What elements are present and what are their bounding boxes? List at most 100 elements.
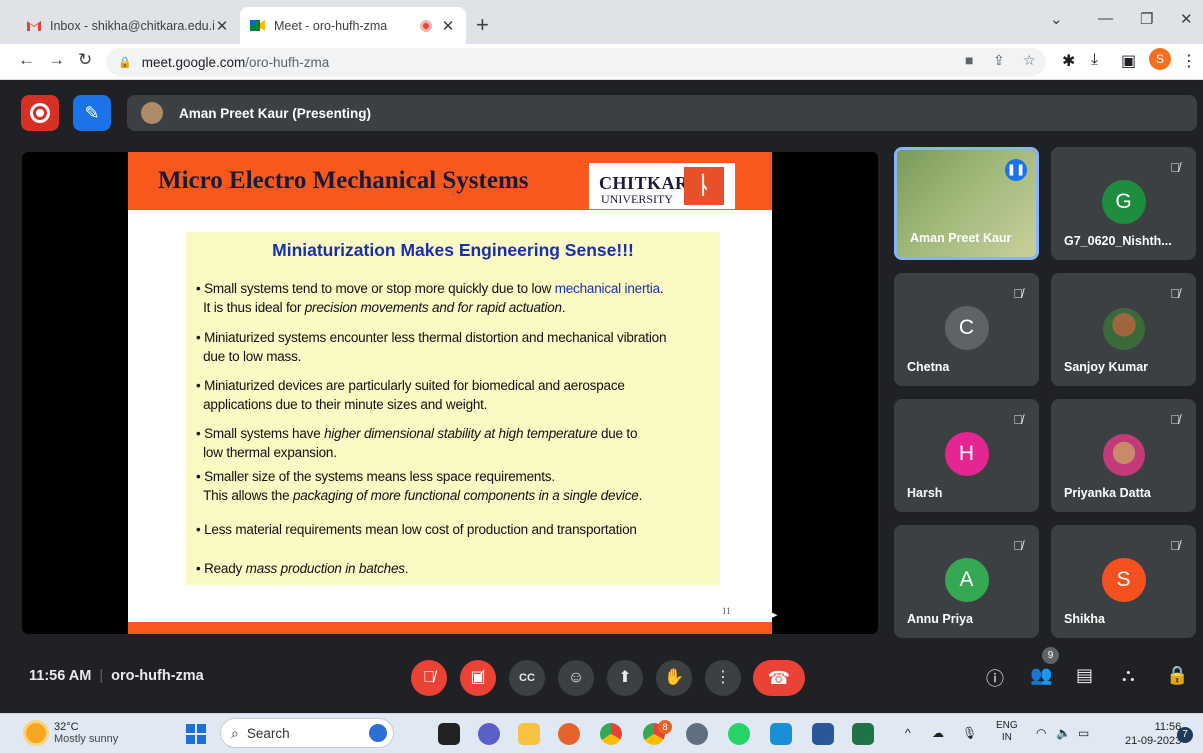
mouse-cursor-icon: ➤ bbox=[768, 608, 779, 622]
recording-indicator-icon bbox=[420, 19, 432, 32]
participant-name: G7_0620_Nishth... bbox=[1064, 234, 1172, 248]
present-button[interactable]: ⬆ bbox=[607, 660, 643, 696]
info-icon[interactable]: ⓘ bbox=[986, 665, 1004, 691]
mic-off-icon: 🎙̸ bbox=[1170, 538, 1180, 553]
participant-name: Shikha bbox=[1064, 612, 1105, 626]
mic-off-icon: 🎙̸ bbox=[1013, 412, 1023, 427]
slide-heading: Miniaturization Makes Engineering Sense!… bbox=[272, 240, 634, 260]
university-logo: CHITKARA UNIVERSITY ᚿ bbox=[589, 163, 735, 209]
participant-tile-g7[interactable]: 🎙̸ G G7_0620_Nishth... bbox=[1051, 147, 1196, 260]
participant-tile-shikha[interactable]: 🎙̸ S Shikha bbox=[1051, 525, 1196, 638]
slide-page-number: 11 bbox=[722, 606, 731, 616]
captions-button[interactable]: CC bbox=[509, 660, 545, 696]
mic-off-icon: 🎙̸ bbox=[1170, 412, 1180, 427]
reactions-button[interactable]: ☺ bbox=[558, 660, 594, 696]
start-button[interactable] bbox=[186, 724, 206, 744]
participant-tile-priyanka[interactable]: 🎙̸ Priyanka Datta bbox=[1051, 399, 1196, 512]
download-icon[interactable]: ⤓ bbox=[1091, 51, 1098, 69]
participant-tile-harsh[interactable]: 🎙̸ H Harsh bbox=[894, 399, 1039, 512]
system-clock[interactable]: 11:56 21-09-2023 bbox=[1125, 720, 1181, 748]
recording-button[interactable] bbox=[21, 95, 59, 131]
address-bar-row: ← → ↻ 🔒 meet.google.com/oro-hufh-zma ■ ⇪… bbox=[0, 44, 1203, 80]
share-icon[interactable]: ⇪ bbox=[993, 52, 1005, 69]
logo-mark-icon: ᚿ bbox=[684, 167, 724, 205]
camera-off-icon: ▣̸ bbox=[470, 669, 486, 686]
participant-avatar: S bbox=[1101, 558, 1146, 602]
participant-name: Sanjoy Kumar bbox=[1064, 360, 1149, 374]
profile-avatar[interactable]: S bbox=[1149, 48, 1171, 70]
star-icon[interactable]: ☆ bbox=[1023, 52, 1036, 69]
minimize-button[interactable]: — bbox=[1098, 10, 1113, 27]
host-controls-icon[interactable]: 🔒 bbox=[1166, 665, 1188, 686]
restore-button[interactable]: ❐ bbox=[1140, 10, 1153, 28]
camera-icon[interactable]: ■ bbox=[965, 52, 973, 68]
close-window-button[interactable]: ✕ bbox=[1180, 10, 1193, 28]
menu-icon[interactable]: ⋮ bbox=[1181, 51, 1197, 71]
meeting-time: 11:56 AM bbox=[29, 668, 92, 684]
weather-description: Mostly sunny bbox=[54, 733, 119, 745]
photos-icon[interactable] bbox=[770, 723, 792, 745]
notes-button[interactable]: ✎ bbox=[73, 95, 111, 131]
meet-icon bbox=[250, 20, 265, 31]
gmail-icon bbox=[27, 21, 41, 31]
forward-icon[interactable]: → bbox=[48, 50, 65, 70]
whatsapp-icon[interactable] bbox=[728, 723, 750, 745]
new-tab-button[interactable]: + bbox=[476, 12, 489, 38]
more-options-button[interactable]: ⋮ bbox=[705, 660, 741, 696]
reload-icon[interactable]: ↻ bbox=[78, 50, 92, 70]
back-icon[interactable]: ← bbox=[18, 50, 35, 70]
activities-icon[interactable]: ⛬ bbox=[1122, 665, 1135, 686]
chevron-down-icon[interactable]: ⌄ bbox=[1050, 10, 1063, 28]
extensions-icon[interactable]: ✱ bbox=[1062, 51, 1075, 71]
close-icon[interactable]: ✕ bbox=[214, 17, 230, 35]
participant-tile-chetna[interactable]: 🎙̸ C Chetna bbox=[894, 273, 1039, 386]
bullet-3: • Miniaturized devices are particularly … bbox=[196, 378, 625, 412]
excel-icon[interactable] bbox=[852, 723, 874, 745]
slide-footer bbox=[128, 622, 772, 634]
taskbar-search[interactable]: ⌕ Search bbox=[220, 718, 394, 748]
side-panel-icon[interactable]: ▣ bbox=[1121, 51, 1136, 71]
raise-hand-button[interactable]: ✋ bbox=[656, 660, 692, 696]
battery-icon[interactable]: ▭ bbox=[1078, 726, 1089, 740]
speaking-icon: ❚❚ bbox=[1005, 159, 1027, 181]
meeting-info: 11:56 AM | oro-hufh-zma bbox=[29, 668, 204, 684]
participant-name: Annu Priya bbox=[907, 612, 973, 626]
lock-icon: 🔒 bbox=[118, 56, 132, 69]
url-input[interactable]: 🔒 meet.google.com/oro-hufh-zma bbox=[106, 48, 1046, 76]
participant-tile-annu[interactable]: 🎙̸ A Annu Priya bbox=[894, 525, 1039, 638]
chevron-up-icon[interactable]: ^ bbox=[905, 726, 911, 740]
browser-tab-bar: Inbox - shikha@chitkara.edu.in - ✕ Meet … bbox=[0, 0, 1203, 44]
weather-widget[interactable]: 32°C Mostly sunny bbox=[26, 721, 118, 745]
firefox-icon[interactable] bbox=[558, 723, 580, 745]
present-screen-icon: ⬆ bbox=[618, 669, 632, 686]
leave-call-button[interactable]: ☎ bbox=[753, 660, 805, 696]
participant-tile-sanjoy[interactable]: 🎙̸ Sanjoy Kumar bbox=[1051, 273, 1196, 386]
camera-toggle-button[interactable]: ▣̸ bbox=[460, 660, 496, 696]
tab-title: Inbox - shikha@chitkara.edu.in - bbox=[50, 18, 214, 33]
slide-header: Micro Electro Mechanical Systems CHITKAR… bbox=[128, 152, 772, 210]
meeting-code: oro-hufh-zma bbox=[111, 668, 204, 684]
close-icon[interactable]: ✕ bbox=[440, 17, 456, 35]
language-indicator[interactable]: ENG IN bbox=[996, 720, 1018, 744]
microphone-icon[interactable]: 🎙 bbox=[962, 726, 977, 740]
word-icon[interactable] bbox=[812, 723, 834, 745]
settings-icon[interactable] bbox=[686, 723, 708, 745]
mic-toggle-button[interactable]: 🎙̸ bbox=[411, 660, 447, 696]
presenting-banner: Aman Preet Kaur (Presenting) bbox=[127, 95, 1197, 131]
task-view-icon[interactable] bbox=[438, 723, 460, 745]
participant-tile-aman[interactable]: ❚❚ Aman Preet Kaur bbox=[894, 147, 1039, 260]
chrome-icon[interactable] bbox=[600, 723, 622, 745]
volume-icon[interactable]: 🔈 bbox=[1056, 726, 1071, 740]
teams-chat-icon[interactable] bbox=[478, 723, 500, 745]
cloud-icon[interactable]: ☁ bbox=[932, 726, 944, 740]
participant-photo bbox=[1102, 434, 1145, 476]
logo-subtext: UNIVERSITY bbox=[601, 192, 673, 206]
notification-badge[interactable]: 7 bbox=[1177, 727, 1193, 743]
participant-avatar: G bbox=[1101, 180, 1146, 224]
file-explorer-icon[interactable] bbox=[518, 723, 540, 745]
wifi-icon[interactable]: ◠ bbox=[1036, 726, 1046, 740]
tab-meet[interactable]: Meet - oro-hufh-zma ✕ bbox=[240, 7, 466, 44]
chat-icon[interactable]: ▤ bbox=[1076, 665, 1093, 686]
tab-inbox[interactable]: Inbox - shikha@chitkara.edu.in - ✕ bbox=[16, 7, 240, 44]
people-icon[interactable]: 👥 bbox=[1030, 665, 1052, 686]
